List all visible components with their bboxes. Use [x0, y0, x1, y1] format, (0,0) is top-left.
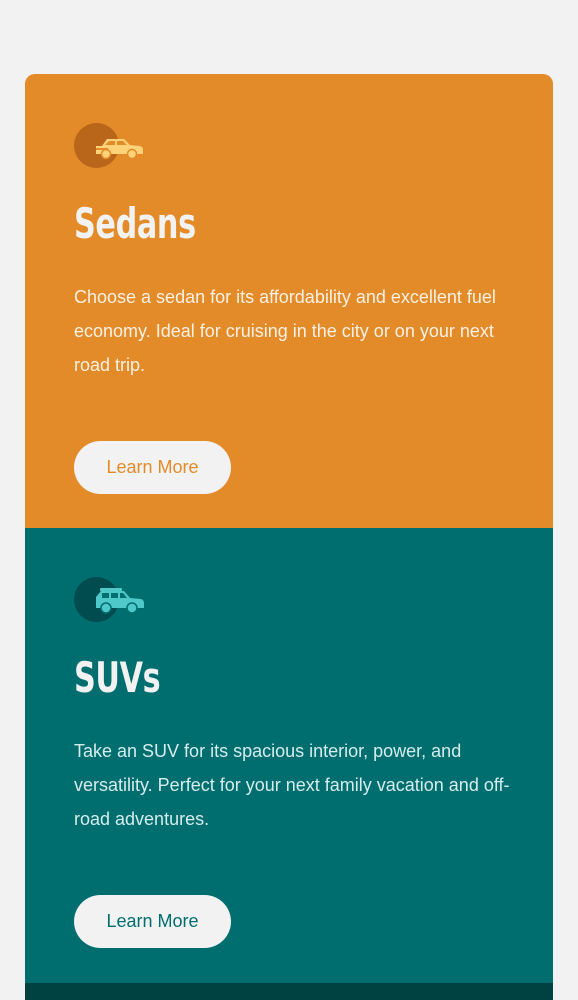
- sedan-car-icon: [74, 123, 148, 169]
- suvs-card: SUVs Take an SUV for its spacious interi…: [25, 528, 553, 983]
- sedans-title: Sedans: [74, 199, 196, 248]
- suvs-title: SUVs: [74, 653, 161, 702]
- sedans-description: Choose a sedan for its affordability and…: [74, 287, 496, 375]
- sedan-car-glyph: [96, 139, 143, 160]
- suv-car-icon: [74, 577, 148, 623]
- sedans-card: Sedans Choose a sedan for its affordabil…: [25, 74, 553, 528]
- suv-car-glyph: [96, 588, 144, 614]
- luxury-card-top-edge: [25, 983, 553, 1000]
- sedans-learn-more-button[interactable]: Learn More: [74, 441, 231, 494]
- suvs-learn-more-button[interactable]: Learn More: [74, 895, 231, 948]
- vehicle-card-stack: Sedans Choose a sedan for its affordabil…: [25, 74, 553, 1000]
- suvs-description: Take an SUV for its spacious interior, p…: [74, 741, 510, 829]
